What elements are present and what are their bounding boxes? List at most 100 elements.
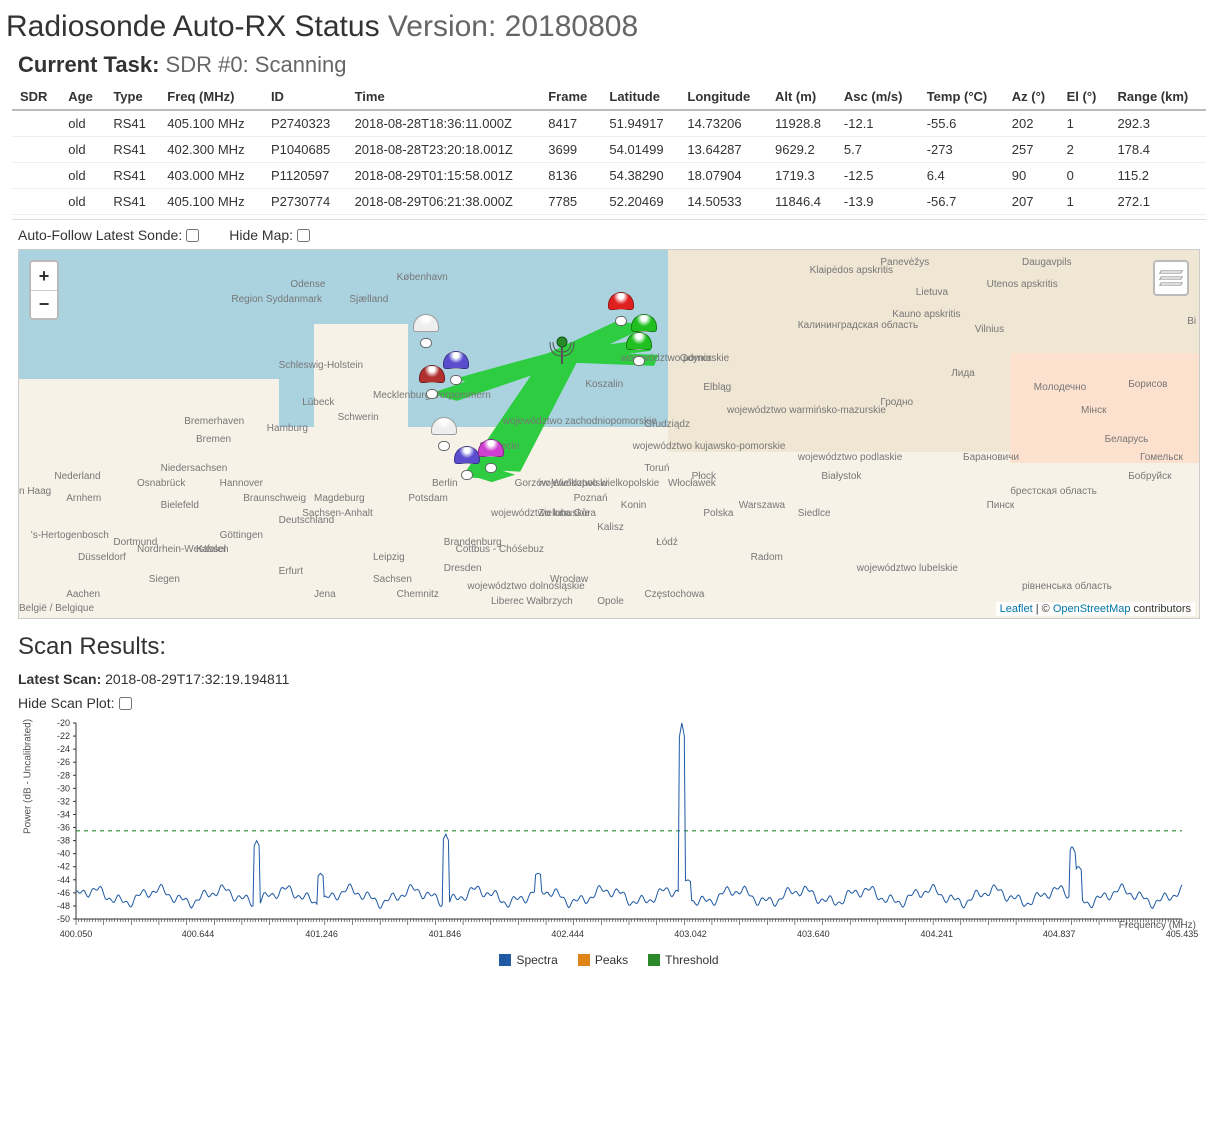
col-8[interactable]: Longitude <box>679 84 767 110</box>
table-row[interactable]: oldRS41402.300 MHzP10406852018-08-28T23:… <box>12 137 1206 163</box>
map-city-label: Leipzig <box>373 552 405 563</box>
map-city-label: województwo kujawsko-pomorskie <box>633 441 786 452</box>
cell-lon: 13.64287 <box>679 137 767 163</box>
cell-frame: 3699 <box>540 137 601 163</box>
map-city-label: Беларусь <box>1105 434 1149 445</box>
col-9[interactable]: Alt (m) <box>767 84 836 110</box>
map-city-label: Panevėžys <box>880 257 929 268</box>
col-1[interactable]: Age <box>60 84 105 110</box>
legend-threshold: Threshold <box>648 953 718 967</box>
map-city-label: рівненська область <box>1022 581 1112 592</box>
cell-az: 202 <box>1004 110 1059 137</box>
col-0[interactable]: SDR <box>12 84 60 110</box>
map-city-label: Odense <box>290 279 325 290</box>
map-city-label: Toruń <box>644 463 669 474</box>
cell-time: 2018-08-29T01:15:58.001Z <box>347 163 541 189</box>
title-text: Radiosonde Auto-RX Status <box>6 10 380 43</box>
table-hscroll[interactable] <box>12 220 1206 221</box>
osm-link[interactable]: OpenStreetMap <box>1053 603 1131 615</box>
table-row[interactable]: oldRS41405.100 MHzP27307742018-08-29T06:… <box>12 189 1206 215</box>
cell-sdr <box>12 163 60 189</box>
map-city-label: Siedlce <box>798 508 831 519</box>
cell-alt: 9629.2 <box>767 137 836 163</box>
cell-temp: 6.4 <box>919 163 1004 189</box>
cell-az: 90 <box>1004 163 1059 189</box>
map-city-label: Koszalin <box>585 379 623 390</box>
map-city-label: Bremerhaven <box>184 416 244 427</box>
svg-text:402.444: 402.444 <box>551 929 584 939</box>
map-city-label: Cottbus - Chóśebuz <box>456 544 544 555</box>
col-4[interactable]: ID <box>263 84 347 110</box>
cell-range: 292.3 <box>1109 110 1206 137</box>
balloon-icon[interactable] <box>608 292 634 326</box>
map-city-label: Kauno apskritis <box>892 309 960 320</box>
balloon-icon[interactable] <box>431 417 457 451</box>
cell-el: 2 <box>1059 137 1110 163</box>
current-task: Current Task: SDR #0: Scanning <box>18 52 1212 78</box>
cell-lat: 54.01499 <box>601 137 679 163</box>
leaflet-link[interactable]: Leaflet <box>1000 603 1033 615</box>
cell-el: 1 <box>1059 110 1110 137</box>
balloon-icon[interactable] <box>626 332 652 366</box>
chart-svg: -20-22-24-26-28-30-32-34-36-38-40-42-44-… <box>14 719 1200 949</box>
cell-alt: 11846.4 <box>767 189 836 215</box>
layers-button[interactable] <box>1153 260 1189 296</box>
col-2[interactable]: Type <box>105 84 159 110</box>
col-3[interactable]: Freq (MHz) <box>159 84 263 110</box>
task-value: SDR #0: Scanning <box>166 52 347 77</box>
col-14[interactable]: Range (km) <box>1109 84 1206 110</box>
page-title: Radiosonde Auto-RX Status Version: 20180… <box>6 10 1212 44</box>
zoom-in-button[interactable]: + <box>31 262 57 290</box>
svg-text:404.241: 404.241 <box>920 929 953 939</box>
scan-chart[interactable]: Power (dB - Uncalibrated) Frequency (MHz… <box>14 719 1200 949</box>
telemetry-table-wrap[interactable]: SDRAgeTypeFreq (MHz)IDTimeFrameLatitudeL… <box>12 84 1206 220</box>
cell-sdr <box>12 137 60 163</box>
cell-az: 207 <box>1004 189 1059 215</box>
map-city-label: Schwerin <box>338 412 379 423</box>
cell-lon: 14.73206 <box>679 110 767 137</box>
layers-icon <box>1160 267 1182 289</box>
hidemap-checkbox[interactable] <box>297 229 310 242</box>
col-12[interactable]: Az (°) <box>1004 84 1059 110</box>
col-10[interactable]: Asc (m/s) <box>836 84 919 110</box>
map-city-label: Sachsen <box>373 574 412 585</box>
cell-az: 257 <box>1004 137 1059 163</box>
cell-lat: 54.38290 <box>601 163 679 189</box>
balloon-icon[interactable] <box>419 365 445 399</box>
svg-text:-24: -24 <box>57 744 70 754</box>
svg-text:-22: -22 <box>57 731 70 741</box>
col-13[interactable]: El (°) <box>1059 84 1110 110</box>
telemetry-table: SDRAgeTypeFreq (MHz)IDTimeFrameLatitudeL… <box>12 84 1206 215</box>
svg-text:-32: -32 <box>57 796 70 806</box>
zoom-out-button[interactable]: − <box>31 290 57 318</box>
map-city-label: Poznań <box>574 493 608 504</box>
cell-alt: 11928.8 <box>767 110 836 137</box>
table-row[interactable]: oldRS41403.000 MHzP11205972018-08-29T01:… <box>12 163 1206 189</box>
cell-temp: -56.7 <box>919 189 1004 215</box>
table-row[interactable]: oldRS41405.100 MHzP27403232018-08-28T18:… <box>12 110 1206 137</box>
col-6[interactable]: Frame <box>540 84 601 110</box>
map-city-label: Daugavpils <box>1022 257 1071 268</box>
autofollow-checkbox[interactable] <box>186 229 199 242</box>
map-city-label: Гомельск <box>1140 452 1183 463</box>
col-7[interactable]: Latitude <box>601 84 679 110</box>
map-city-label: Lübeck <box>302 397 334 408</box>
hidemap-label: Hide Map: <box>229 227 293 243</box>
balloon-icon[interactable] <box>413 314 439 348</box>
station-icon[interactable] <box>549 334 575 367</box>
map[interactable]: KøbenhavnSjællandKlaipėdos apskritisLiet… <box>18 249 1200 619</box>
svg-text:404.837: 404.837 <box>1043 929 1076 939</box>
map-city-label: Пинск <box>987 500 1015 511</box>
col-5[interactable]: Time <box>347 84 541 110</box>
balloon-icon[interactable] <box>454 446 480 480</box>
map-city-label: Region Syddanmark <box>231 294 322 305</box>
balloon-icon[interactable] <box>443 351 469 385</box>
map-city-label: Dresden <box>444 563 482 574</box>
balloon-icon[interactable] <box>478 439 504 473</box>
col-11[interactable]: Temp (°C) <box>919 84 1004 110</box>
latest-scan-row: Latest Scan: 2018-08-29T17:32:19.194811 <box>18 671 1200 687</box>
cell-age: old <box>60 110 105 137</box>
hide-scan-checkbox[interactable] <box>119 697 132 710</box>
cell-lon: 14.50533 <box>679 189 767 215</box>
cell-age: old <box>60 137 105 163</box>
